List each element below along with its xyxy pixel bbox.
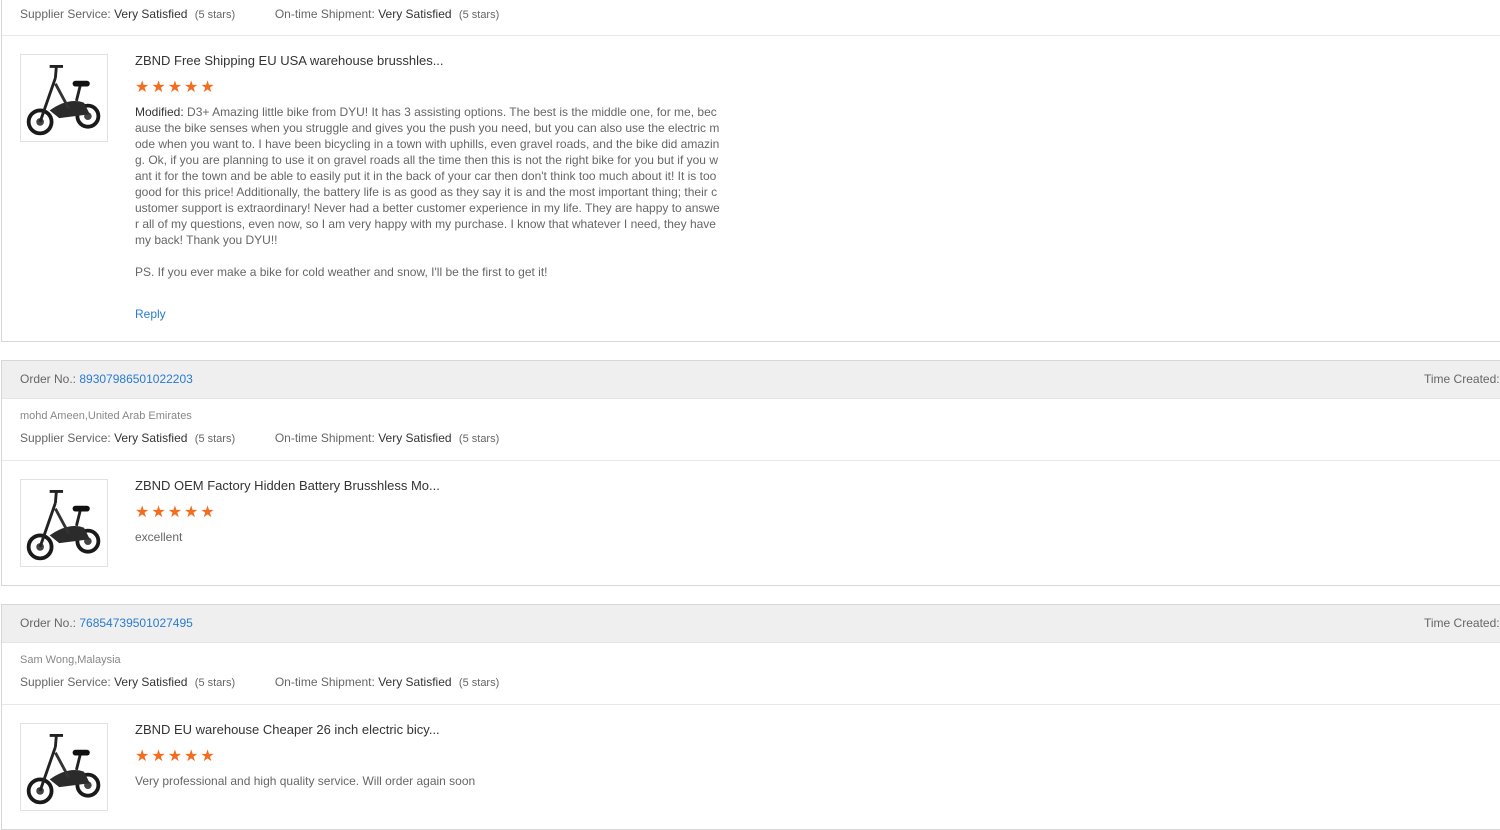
product-image[interactable] bbox=[20, 479, 108, 567]
order-no-label: Order No.: bbox=[20, 616, 77, 630]
review-meta: mohd Ameen,United Arab Emirates Supplier… bbox=[2, 399, 1500, 461]
supplier-service-stars: (5 stars) bbox=[194, 433, 236, 445]
on-time-shipment-label: On-time Shipment: bbox=[274, 675, 375, 689]
ratings-row: Supplier Service: Very Satisfied (5 star… bbox=[20, 7, 499, 21]
review-ps: PS. If you ever make a bike for cold wea… bbox=[135, 265, 548, 279]
supplier-service-label: Supplier Service: bbox=[20, 675, 111, 689]
product-image[interactable] bbox=[20, 54, 108, 142]
review-card-3: Order No.: 76854739501027495 Time Create… bbox=[1, 604, 1500, 830]
review-card-1: Supplier Service: Very Satisfied (5 star… bbox=[1, 0, 1500, 342]
product-name[interactable]: ZBND OEM Factory Hidden Battery Brusshle… bbox=[135, 478, 440, 493]
on-time-shipment-label: On-time Shipment: bbox=[274, 431, 375, 445]
buyer-info: Sam Wong,Malaysia bbox=[20, 654, 121, 666]
review-card-2: Order No.: 89307986501022203 Time Create… bbox=[1, 360, 1500, 586]
product-image[interactable] bbox=[20, 723, 108, 811]
review-text: excellent bbox=[135, 530, 183, 544]
on-time-shipment-rating: Very Satisfied bbox=[378, 675, 452, 689]
supplier-service-stars: (5 stars) bbox=[194, 677, 236, 689]
order-number-link[interactable]: 76854739501027495 bbox=[79, 616, 192, 630]
order-number: Order No.: 76854739501027495 bbox=[20, 616, 193, 630]
review-text: Modified: D3+ Amazing little bike from D… bbox=[135, 104, 721, 248]
supplier-service-rating: Very Satisfied bbox=[114, 431, 188, 445]
supplier-service-stars: (5 stars) bbox=[194, 9, 236, 21]
review-body: D3+ Amazing little bike from DYU! It has… bbox=[135, 105, 720, 247]
order-number-link[interactable]: 89307986501022203 bbox=[79, 372, 192, 386]
review-text: Very professional and high quality servi… bbox=[135, 774, 476, 788]
order-header: Order No.: 76854739501027495 Time Create… bbox=[2, 605, 1500, 643]
order-no-label: Order No.: bbox=[20, 372, 77, 386]
star-rating: ★★★★★ bbox=[135, 504, 217, 521]
on-time-shipment-rating: Very Satisfied bbox=[378, 7, 452, 21]
product-name[interactable]: ZBND EU warehouse Cheaper 26 inch electr… bbox=[135, 722, 440, 737]
buyer-info: mohd Ameen,United Arab Emirates bbox=[20, 410, 192, 422]
order-header: Order No.: 89307986501022203 Time Create… bbox=[2, 361, 1500, 399]
star-rating: ★★★★★ bbox=[135, 748, 217, 765]
product-name[interactable]: ZBND Free Shipping EU USA warehouse brus… bbox=[135, 53, 444, 68]
reply-link[interactable]: Reply bbox=[135, 307, 166, 321]
supplier-service-label: Supplier Service: bbox=[20, 7, 111, 21]
order-number: Order No.: 89307986501022203 bbox=[20, 372, 193, 386]
on-time-shipment-stars: (5 stars) bbox=[458, 9, 500, 21]
time-created-label: Time Created: bbox=[1424, 616, 1500, 630]
ratings-row: Supplier Service: Very Satisfied (5 star… bbox=[20, 675, 499, 689]
star-rating: ★★★★★ bbox=[135, 79, 217, 96]
ratings-row: Supplier Service: Very Satisfied (5 star… bbox=[20, 431, 499, 445]
time-created-label: Time Created: bbox=[1424, 372, 1500, 386]
supplier-service-label: Supplier Service: bbox=[20, 431, 111, 445]
on-time-shipment-label: On-time Shipment: bbox=[274, 7, 375, 21]
supplier-service-rating: Very Satisfied bbox=[114, 675, 188, 689]
on-time-shipment-rating: Very Satisfied bbox=[378, 431, 452, 445]
modified-label: Modified: bbox=[135, 105, 184, 119]
supplier-service-rating: Very Satisfied bbox=[114, 7, 188, 21]
on-time-shipment-stars: (5 stars) bbox=[458, 677, 500, 689]
review-meta: Supplier Service: Very Satisfied (5 star… bbox=[2, 0, 1500, 36]
review-meta: Sam Wong,Malaysia Supplier Service: Very… bbox=[2, 643, 1500, 705]
on-time-shipment-stars: (5 stars) bbox=[458, 433, 500, 445]
